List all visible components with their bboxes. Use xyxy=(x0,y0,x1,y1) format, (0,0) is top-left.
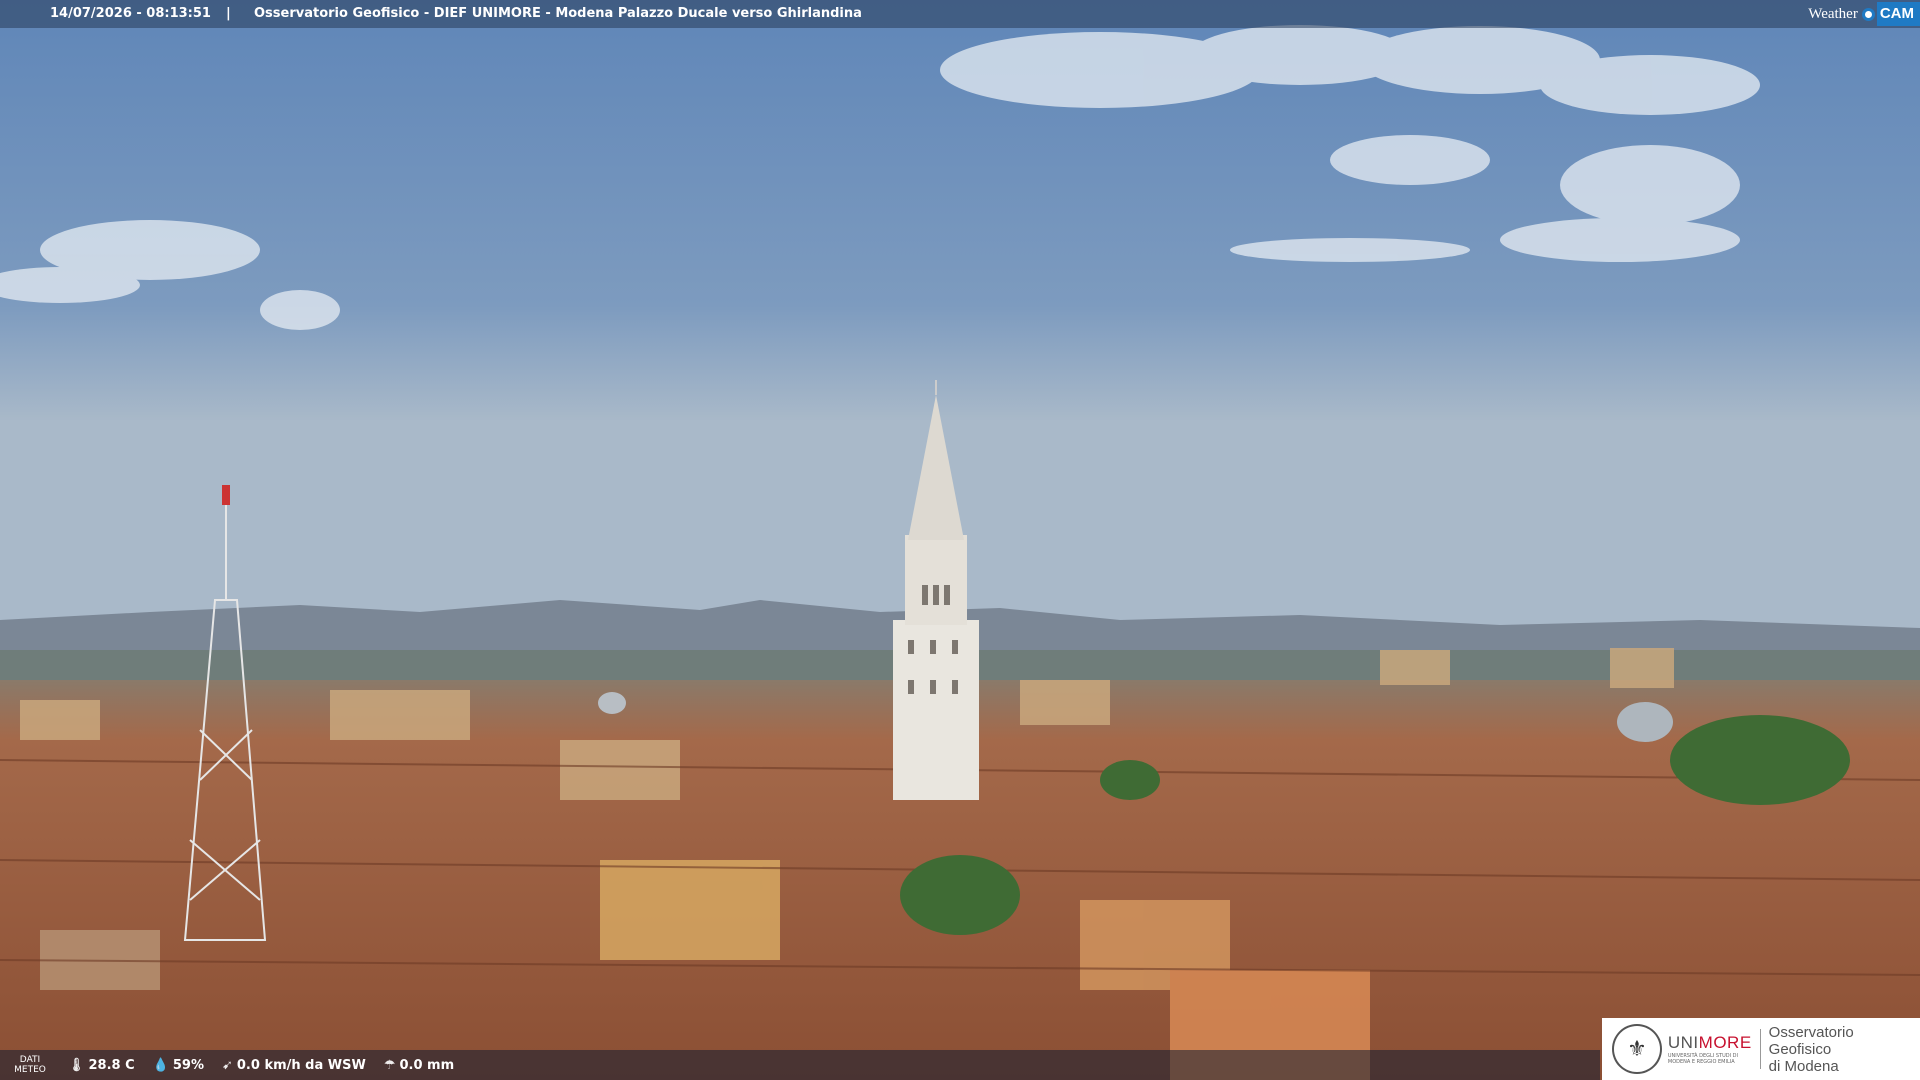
unimore-logo-box: ⚜ UNIMORE UNIVERSITÀ DEGLI STUDI DI MODE… xyxy=(1602,1018,1920,1080)
unimore-prefix: UNI xyxy=(1667,1033,1699,1052)
osservatorio-line1: Osservatorio Geofisico xyxy=(1768,1023,1854,1058)
humidity-reading: 💧 59% xyxy=(153,1058,204,1073)
wind-value: 0.0 km/h da WSW xyxy=(236,1057,366,1073)
unimore-suffix: MORE xyxy=(1698,1033,1752,1052)
logo-weather-text: Weather xyxy=(1808,5,1858,22)
rain-icon: ☂ xyxy=(383,1057,396,1073)
logo-dot-icon xyxy=(1861,7,1875,21)
temperature-reading: 🌡 28.8 C xyxy=(68,1058,135,1073)
humidity-value: 59% xyxy=(172,1057,204,1073)
weather-label-line1: DATI xyxy=(19,1055,41,1065)
dome-small xyxy=(598,692,626,714)
camera-title: Osservatorio Geofisico - DIEF UNIMORE - … xyxy=(254,6,862,21)
university-seal-icon: ⚜ xyxy=(1612,1024,1662,1074)
thermometer-icon: 🌡 xyxy=(68,1057,85,1073)
rain-reading: ☂ 0.0 mm xyxy=(384,1058,454,1073)
church-dome xyxy=(1617,702,1673,742)
weather-label-line2: METEO xyxy=(14,1065,46,1075)
unimore-logo: UNIMORE UNIVERSITÀ DEGLI STUDI DI MODENA… xyxy=(1668,1033,1752,1065)
logo-divider xyxy=(1759,1029,1761,1069)
temperature-value: 28.8 C xyxy=(88,1057,135,1073)
weather-data-bar: DATI METEO 🌡 28.8 C 💧 59% ➹ 0.0 km/h da … xyxy=(0,1050,1600,1080)
weathercam-logo: Weather CAM xyxy=(1808,2,1920,26)
unimore-sub2: MODENA E REGGIO EMILIA xyxy=(1667,1059,1735,1065)
weather-label: DATI METEO xyxy=(10,1055,50,1075)
unimore-name: UNIMORE xyxy=(1668,1033,1752,1053)
logo-cam-text: CAM xyxy=(1876,2,1920,26)
webcam-image xyxy=(0,0,1920,1080)
osservatorio-line2: di Modena xyxy=(1768,1057,1839,1075)
wind-reading: ➹ 0.0 km/h da WSW xyxy=(222,1058,366,1073)
timestamp: 14/07/2026 - 08:13:51 xyxy=(50,6,211,21)
camera-info-bar: 14/07/2026 - 08:13:51 | Osservatorio Geo… xyxy=(0,0,1920,28)
separator: | xyxy=(226,6,231,21)
osservatorio-logo: Osservatorio Geofisico di Modena xyxy=(1769,1024,1920,1075)
humidity-icon: 💧 xyxy=(152,1057,169,1073)
wind-icon: ➹ xyxy=(221,1057,233,1073)
rain-value: 0.0 mm xyxy=(399,1057,455,1073)
